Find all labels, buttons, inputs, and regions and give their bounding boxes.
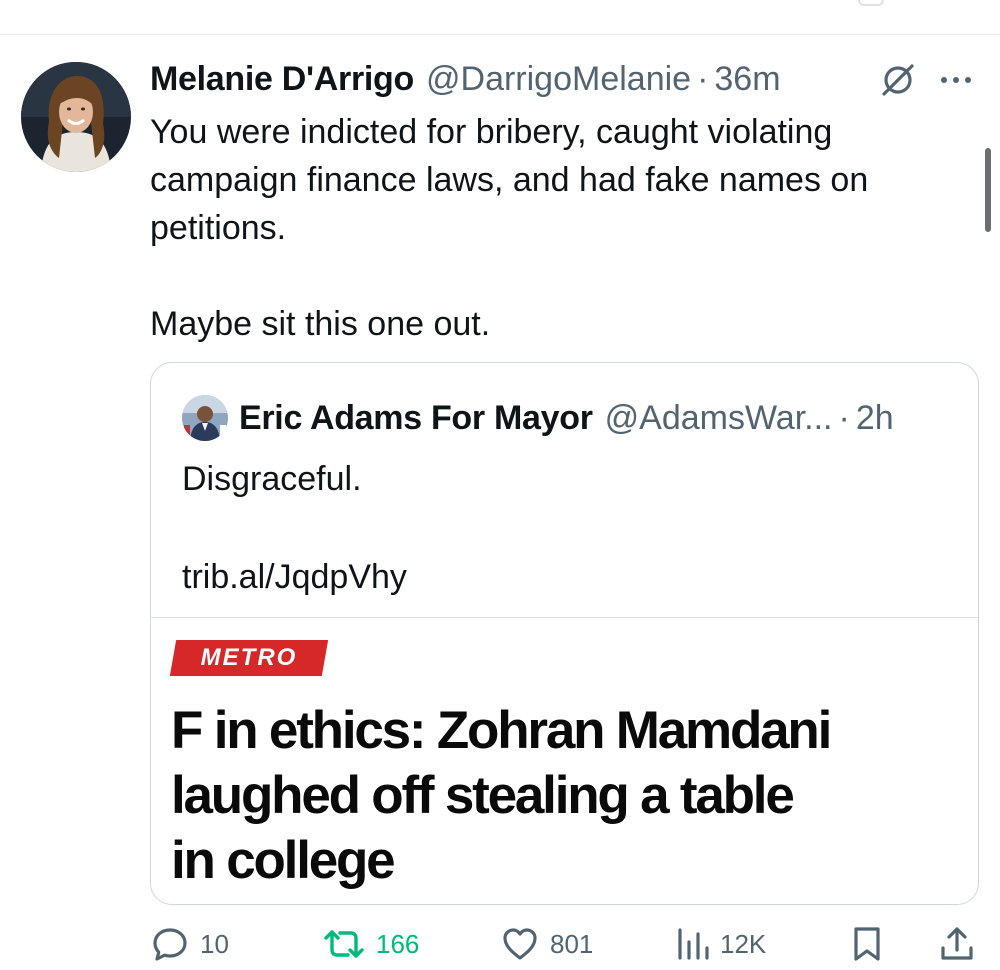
views-count: 12K [720,928,767,959]
bookmark-icon [850,924,884,964]
quote-header: Eric Adams For Mayor @AdamsWar... · 2h [239,397,894,439]
action-bar: 10 166 801 12K [0,918,1000,970]
quote-header-separator: · [838,398,850,437]
article-headline: F in ethics: Zohran Mamdani laughed off … [171,698,971,893]
quote-author-handle[interactable]: @AdamsWar... [605,399,833,438]
scrollbar[interactable] [985,148,991,232]
quote-link[interactable]: trib.al/JqdpVhy [182,553,407,601]
views-icon [676,924,710,964]
share-icon [938,924,976,964]
quote-text: Disgraceful. [182,460,362,498]
like-button[interactable]: 801 [500,918,593,970]
tweet-text-line: Maybe sit this one out. [150,305,491,343]
tweet-text-line: petitions. [150,209,287,247]
like-count: 801 [550,928,594,959]
bookmark-button[interactable] [850,918,884,970]
repost-icon [322,924,366,964]
quote-author-avatar[interactable] [182,395,228,441]
author-avatar[interactable] [21,62,131,172]
tweet-text-line: You were indicted for bribery, caught vi… [150,113,833,151]
author-name[interactable]: Melanie D'Arrigo [150,60,414,99]
repost-count: 166 [376,928,420,959]
tweet-header: Melanie D'Arrigo @DarrigoMelanie · 36m [150,58,781,100]
views-button[interactable]: 12K [676,918,766,970]
top-divider [0,34,1000,35]
headline-line: in college [171,831,396,890]
author-handle[interactable]: @DarrigoMelanie [426,60,691,99]
tweet-timestamp[interactable]: 36m [714,60,780,99]
reply-count: 10 [200,928,229,959]
heart-icon [500,924,540,964]
top-edge-fragment [858,0,884,6]
reply-button[interactable]: 10 [150,918,229,970]
reply-icon [150,924,190,964]
quote-timestamp[interactable]: 2h [856,399,894,438]
quote-author-name[interactable]: Eric Adams For Mayor [239,399,593,438]
headline-line: F in ethics: Zohran Mamdani [171,701,832,760]
repost-button[interactable]: 166 [322,918,419,970]
more-icon[interactable] [936,70,976,90]
tweet-text-line: campaign finance laws, and had fake name… [150,161,869,199]
article-preview[interactable]: METRO F in ethics: Zohran Mamdani laughe… [151,618,978,904]
quote-tweet-card[interactable]: Eric Adams For Mayor @AdamsWar... · 2h D… [150,362,979,905]
section-label: METRO [200,644,298,671]
grok-icon[interactable] [878,62,918,98]
share-button[interactable] [938,918,976,970]
header-separator: · [697,59,709,98]
tweet-text: You were indicted for bribery, caught vi… [150,108,950,348]
headline-line: laughed off stealing a table [171,766,795,825]
